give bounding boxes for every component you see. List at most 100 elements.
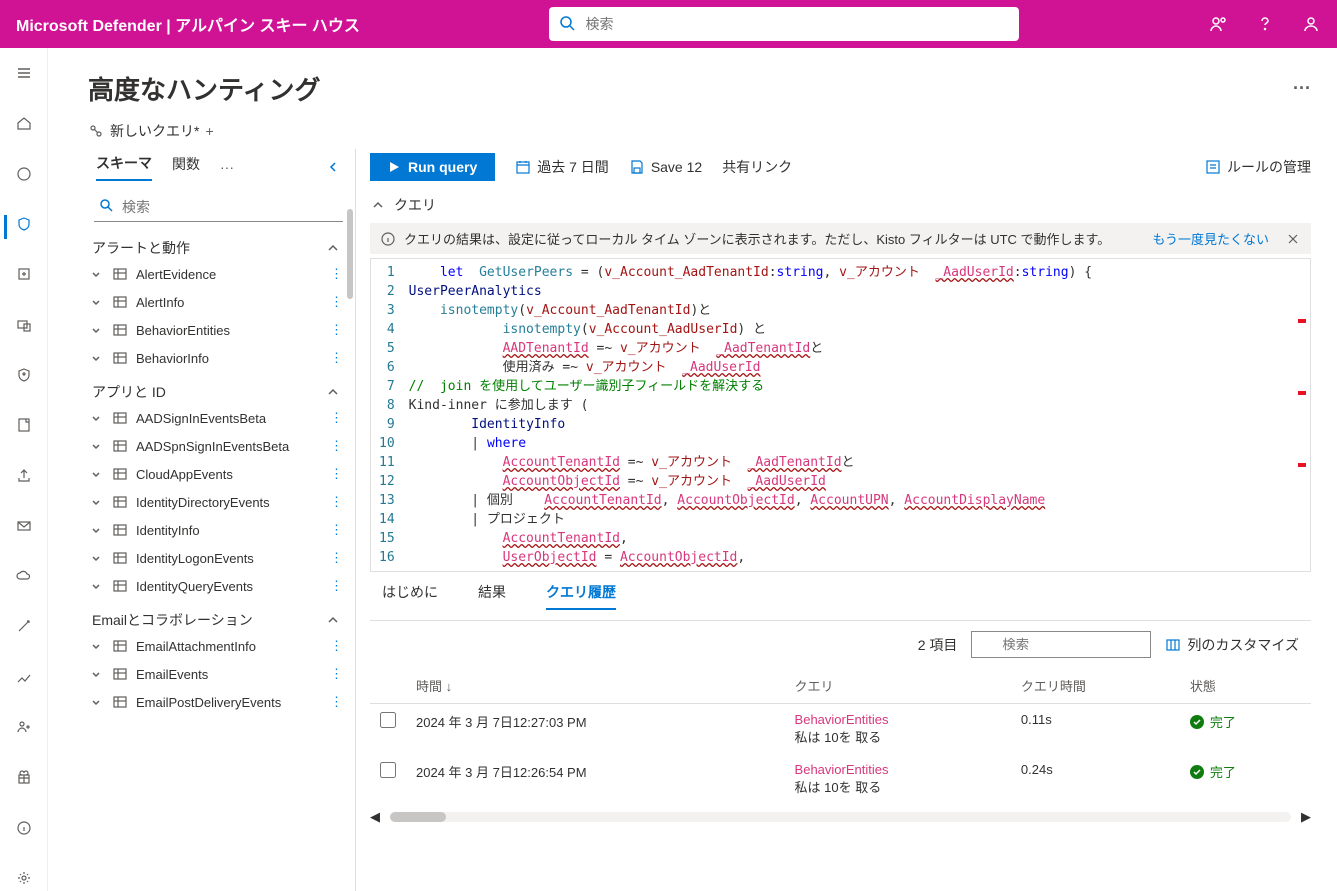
- history-query-link[interactable]: BehaviorEntities: [795, 712, 1001, 727]
- code-editor[interactable]: 12345678910111213141516 let GetUserPeers…: [370, 258, 1311, 572]
- run-query-button[interactable]: Run query: [370, 153, 495, 181]
- schema-group[interactable]: Emailとコラボレーション: [88, 600, 349, 632]
- nav-page-icon[interactable]: [4, 412, 44, 438]
- history-row[interactable]: 2024 年 3 月 7日12:26:54 PM BehaviorEntitie…: [370, 754, 1311, 804]
- schema-group[interactable]: アラートと動作: [88, 228, 349, 260]
- table-name: AlertInfo: [136, 295, 184, 310]
- table-icon: [112, 438, 128, 454]
- people-icon[interactable]: [1209, 14, 1229, 34]
- chevron-down-icon: [90, 696, 104, 708]
- table-icon: [112, 410, 128, 426]
- schema-group[interactable]: アプリと ID: [88, 372, 349, 404]
- more-icon[interactable]: ···: [1293, 78, 1311, 99]
- nav-chart-icon[interactable]: [4, 664, 44, 690]
- col-query[interactable]: クエリ: [785, 668, 1011, 704]
- col-status[interactable]: 状態: [1180, 668, 1311, 704]
- nav-user-icon[interactable]: [4, 714, 44, 740]
- chevron-up-icon: [325, 384, 341, 400]
- history-query-link[interactable]: BehaviorEntities: [795, 762, 1001, 777]
- schema-table[interactable]: AADSignInEventsBeta ⋮: [88, 404, 349, 432]
- collapse-panel-icon[interactable]: [325, 159, 341, 175]
- nav-hamburger-icon[interactable]: [4, 60, 44, 86]
- schema-table[interactable]: IdentityInfo ⋮: [88, 516, 349, 544]
- schema-table[interactable]: AADSpnSignInEventsBeta ⋮: [88, 432, 349, 460]
- history-row[interactable]: 2024 年 3 月 7日12:27:03 PM BehaviorEntitie…: [370, 704, 1311, 755]
- schema-table[interactable]: EmailAttachmentInfo ⋮: [88, 632, 349, 660]
- more-icon[interactable]: ···: [220, 159, 234, 175]
- nav-gift-icon[interactable]: [4, 764, 44, 790]
- table-icon: [112, 578, 128, 594]
- table-name: BehaviorEntities: [136, 323, 230, 338]
- nav-cloud-icon[interactable]: [4, 563, 44, 589]
- nav-mail-icon[interactable]: [4, 513, 44, 539]
- schema-table[interactable]: CloudAppEvents ⋮: [88, 460, 349, 488]
- nav-home-icon[interactable]: [4, 110, 44, 136]
- customize-columns-button[interactable]: 列のカスタマイズ: [1165, 635, 1299, 655]
- col-time[interactable]: 時間 ↓: [406, 668, 785, 704]
- nav-action-icon[interactable]: [4, 261, 44, 287]
- chevron-down-icon: [90, 296, 104, 308]
- schema-search-input[interactable]: [94, 193, 343, 222]
- sort-down-icon: ↓: [446, 679, 453, 694]
- nav-circle-icon[interactable]: [4, 161, 44, 187]
- chevron-down-icon: [90, 640, 104, 652]
- schema-table[interactable]: IdentityLogonEvents ⋮: [88, 544, 349, 572]
- nav-wand-icon[interactable]: [4, 613, 44, 639]
- schema-table[interactable]: EmailPostDeliveryEvents ⋮: [88, 688, 349, 716]
- schema-table[interactable]: AlertEvidence ⋮: [88, 260, 349, 288]
- chevron-down-icon: [90, 468, 104, 480]
- nav-device-icon[interactable]: [4, 311, 44, 337]
- tab-getting-started[interactable]: はじめに: [382, 582, 438, 610]
- tab-results[interactable]: 結果: [478, 582, 506, 610]
- schema-scrollbar[interactable]: [347, 209, 355, 829]
- table-icon: [112, 522, 128, 538]
- nav-shield2-icon[interactable]: [4, 362, 44, 388]
- tab-schema[interactable]: スキーマ: [96, 153, 152, 181]
- status-badge: 完了: [1190, 712, 1301, 731]
- save-button[interactable]: Save 12: [629, 159, 702, 175]
- manage-rules-button[interactable]: ルールの管理: [1205, 157, 1311, 177]
- schema-table[interactable]: IdentityQueryEvents ⋮: [88, 572, 349, 600]
- table-name: EmailAttachmentInfo: [136, 639, 256, 654]
- item-count: 2 項目: [918, 635, 958, 655]
- share-link-button[interactable]: 共有リンク: [722, 157, 792, 177]
- nav-settings-icon[interactable]: [4, 865, 44, 891]
- schema-table[interactable]: BehaviorInfo ⋮: [88, 344, 349, 372]
- horizontal-scrollbar[interactable]: ◀▶: [370, 810, 1311, 824]
- nav-shield-icon[interactable]: [4, 211, 44, 237]
- global-search-input[interactable]: [549, 7, 1019, 41]
- tab-query-history[interactable]: クエリ履歴: [546, 582, 616, 610]
- time-range-picker[interactable]: 過去 7 日間: [515, 157, 609, 177]
- chevron-up-icon: [325, 612, 341, 628]
- close-icon[interactable]: [1285, 231, 1301, 247]
- collapse-query-icon[interactable]: [370, 197, 386, 213]
- nav-share-icon[interactable]: [4, 462, 44, 488]
- query-tab[interactable]: 新しいクエリ*: [88, 121, 199, 141]
- nav-info-icon[interactable]: [4, 814, 44, 840]
- table-name: EmailEvents: [136, 667, 208, 682]
- help-icon[interactable]: [1255, 14, 1275, 34]
- schema-table[interactable]: BehaviorEntities ⋮: [88, 316, 349, 344]
- chevron-up-icon: [325, 240, 341, 256]
- table-icon: [112, 494, 128, 510]
- table-icon: [112, 350, 128, 366]
- row-checkbox[interactable]: [380, 762, 396, 778]
- history-search-input[interactable]: [971, 631, 1151, 658]
- info-dismiss-link[interactable]: もう一度見たくない: [1152, 229, 1269, 248]
- tab-functions[interactable]: 関数: [172, 154, 200, 180]
- row-checkbox[interactable]: [380, 712, 396, 728]
- search-icon: [559, 15, 575, 31]
- schema-table[interactable]: EmailEvents ⋮: [88, 660, 349, 688]
- schema-table[interactable]: IdentityDirectoryEvents ⋮: [88, 488, 349, 516]
- brand-title: Microsoft Defender | アルパイン スキー ハウス: [16, 12, 360, 36]
- info-text: クエリの結果は、設定に従ってローカル タイム ゾーンに表示されます。ただし、Ki…: [404, 229, 1110, 248]
- schema-table[interactable]: AlertInfo ⋮: [88, 288, 349, 316]
- table-icon: [112, 466, 128, 482]
- error-markers: [1298, 319, 1306, 467]
- col-duration[interactable]: クエリ時間: [1011, 668, 1180, 704]
- table-icon: [112, 666, 128, 682]
- table-name: AlertEvidence: [136, 267, 216, 282]
- chevron-down-icon: [90, 440, 104, 452]
- add-tab-button[interactable]: +: [205, 123, 213, 139]
- account-icon[interactable]: [1301, 14, 1321, 34]
